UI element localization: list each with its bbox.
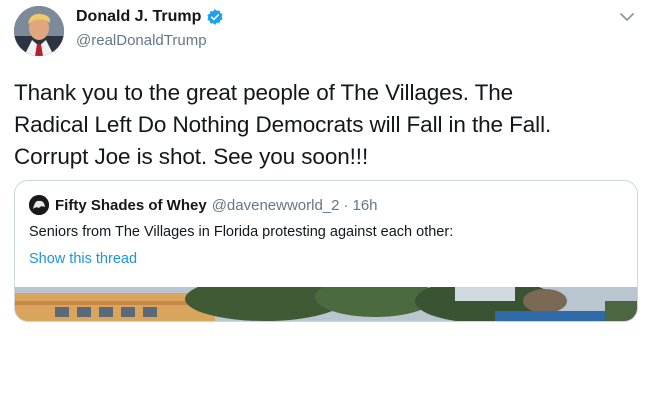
video-frame-image [15,287,637,321]
quoted-video-thumbnail[interactable] [15,287,637,321]
quoted-tweet-time[interactable]: 16h [353,197,378,214]
show-thread-link[interactable]: Show this thread [29,251,137,267]
author-handle[interactable]: @realDonaldTrump [76,32,207,49]
avatar-image [14,6,64,56]
quoted-tweet-header: Fifty Shades of Whey @davenewworld_2 · 1… [29,195,378,215]
author-avatar[interactable] [14,6,64,56]
verified-badge-icon [207,9,223,25]
author-name-row: Donald J. Trump [76,8,224,26]
tweet-text-line: Radical Left Do Nothing Democrats will F… [14,112,552,137]
tweet-text: Thank you to the great people of The Vil… [14,77,644,173]
quoted-tweet-card[interactable]: Fifty Shades of Whey @davenewworld_2 · 1… [14,180,638,322]
tweet-text-line: Corrupt Joe is shot. See you soon!!! [14,144,369,169]
header-separator: · [343,196,349,214]
author-name[interactable]: Donald J. Trump [76,8,201,26]
tweet-text-line: Thank you to the great people of The Vil… [14,80,514,105]
quoted-author-avatar [29,195,49,215]
chevron-down-icon[interactable] [618,10,636,24]
quoted-tweet-text: Seniors from The Villages in Florida pro… [29,224,454,240]
quoted-author-name[interactable]: Fifty Shades of Whey [55,197,207,214]
quoted-author-handle[interactable]: @davenewworld_2 [212,197,340,214]
quoted-avatar-image [29,195,49,215]
